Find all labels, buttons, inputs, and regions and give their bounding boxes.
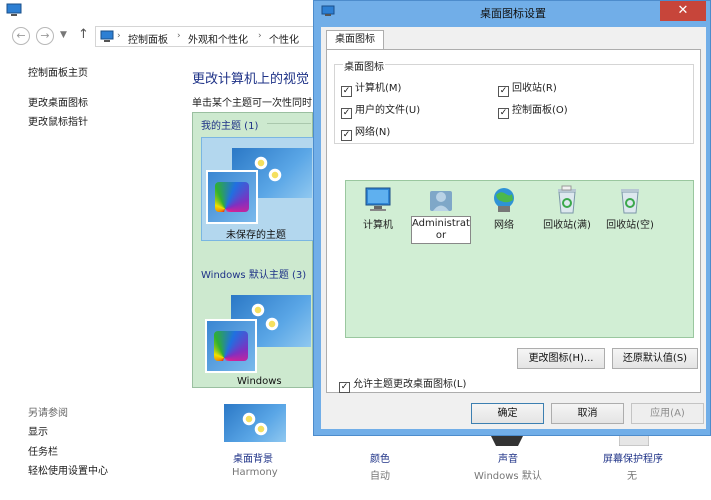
close-button[interactable]: ✕ [660,1,706,21]
arrow-right-icon: → [40,29,50,42]
color-label: 颜色 [370,454,390,465]
theme-color-thumbnail [205,319,257,373]
control-panel-icon [6,3,22,16]
sounds-value: Windows 默认 [474,471,542,482]
screen-saver-value: 无 [627,471,637,482]
breadcrumb-personalization[interactable]: 个性化 [269,31,299,46]
theme-unsaved[interactable]: 未保存的主题 [201,137,314,241]
page-title: 更改计算机上的视觉 [192,72,310,87]
desktop-icon-settings-dialog: 桌面图标设置 ✕ 桌面图标 桌面图标 ✓ 计算机(M) ✓ 回收站(R) ✓ 用户的文… [313,0,711,436]
ease-of-access-link[interactable]: 轻松使用设置中心 [28,462,108,477]
breadcrumb-separator-icon: › [117,31,121,41]
page-description: 单击某个主题可一次性同时 [192,98,312,109]
desktop-background-thumbnail [224,404,286,442]
allow-themes-label: 允许主题更改桌面图标(L) [353,379,467,390]
desktop-icons-group: 桌面图标 ✓ 计算机(M) ✓ 回收站(R) ✓ 用户的文件(U) ✓ 控制面板(O) … [334,58,694,144]
recycle-bin-full-icon [558,185,576,214]
administrator-icon-label: Administrator [411,216,471,244]
desktop-icons-group-title: 桌面图标 [343,58,385,73]
dialog-titlebar[interactable]: 桌面图标设置 ✕ [314,1,711,23]
flower-icon [254,422,268,436]
recycle-bin-full-icon-label: 回收站(满) [543,220,591,231]
control-panel-home-link[interactable]: 控制面板主页 [28,64,88,79]
desktop-background-value: Harmony [232,467,278,478]
network-checkbox-label: 网络(N) [355,127,391,138]
computer-icon [365,187,391,211]
checkbox-checked-icon: ✓ [341,86,352,97]
flower-icon [242,412,256,426]
desktop-icon-list[interactable]: 计算机 Administrator 网络 回收站(满) 回收站(空) [345,180,694,338]
network-icon-label: 网络 [494,220,514,231]
control-panel-checkbox-label: 控制面板(O) [512,105,568,116]
recycle-bin-empty-icon [621,189,639,214]
control-panel-icon [100,30,114,42]
allow-themes-checkbox[interactable]: ✓ 允许主题更改桌面图标(L) [339,375,466,393]
cancel-button[interactable]: 取消 [551,403,624,424]
flower-icon [251,303,265,317]
default-themes-title: Windows 默认主题 (3) [201,270,307,281]
flower-icon [265,317,279,331]
breadcrumb-control-panel[interactable]: 控制面板 [128,31,168,46]
restore-default-button[interactable]: 还原默认值(S) [612,348,698,369]
theme-unsaved-label: 未保存的主题 [226,230,286,241]
checkbox-checked-icon: ✓ [339,382,350,393]
theme-color-thumbnail [206,170,258,224]
see-also-title: 另请参阅 [28,408,68,419]
color-value: 自动 [370,471,390,482]
theme-windows-label: Windows [237,376,282,387]
recycle-bin-checkbox-label: 回收站(R) [512,83,557,94]
network-icon [494,188,514,212]
breadcrumb-separator-icon: › [258,31,262,41]
user-files-checkbox-label: 用户的文件(U) [355,105,421,116]
computer-icon-label: 计算机 [363,220,393,231]
user-folder-icon [430,191,452,211]
checkbox-checked-icon: ✓ [341,108,352,119]
ok-button[interactable]: 确定 [471,403,544,424]
taskbar-link[interactable]: 任务栏 [28,443,58,458]
history-dropdown-icon[interactable]: ▼ [60,30,67,40]
theme-windows[interactable]: Windows [201,289,314,389]
change-icon-button[interactable]: 更改图标(H)... [517,348,605,369]
close-icon: ✕ [677,3,689,18]
up-arrow-icon[interactable]: ↑ [78,27,89,42]
color-fan-icon [215,182,249,212]
group-divider [267,123,311,124]
arrow-left-icon: ← [16,29,26,42]
color-fan-icon [214,331,248,361]
desktop-background-label: 桌面背景 [233,454,273,465]
network-checkbox[interactable]: ✓ 网络(N) [341,123,390,141]
user-files-checkbox[interactable]: ✓ 用户的文件(U) [341,101,420,119]
forward-button[interactable]: → [36,27,54,45]
checkbox-checked-icon: ✓ [498,108,509,119]
change-mouse-pointers-link[interactable]: 更改鼠标指针 [28,113,88,128]
flower-icon [268,168,282,182]
back-button[interactable]: ← [12,27,30,45]
change-desktop-icons-link[interactable]: 更改桌面图标 [28,94,88,109]
dialog-client-area: 桌面图标 桌面图标 ✓ 计算机(M) ✓ 回收站(R) ✓ 用户的文件(U) ✓ 控制面… [321,27,706,429]
checkbox-checked-icon: ✓ [498,86,509,97]
breadcrumb-separator-icon: › [177,31,181,41]
apply-button[interactable]: 应用(A) [631,403,704,424]
sounds-label: 声音 [498,454,518,465]
control-panel-checkbox[interactable]: ✓ 控制面板(O) [498,101,568,119]
computer-checkbox[interactable]: ✓ 计算机(M) [341,79,401,97]
recycle-bin-checkbox[interactable]: ✓ 回收站(R) [498,79,557,97]
breadcrumb-appearance[interactable]: 外观和个性化 [188,31,248,46]
tab-desktop-icons[interactable]: 桌面图标 [326,30,384,50]
my-themes-title: 我的主题 (1) [201,121,259,132]
flower-icon [254,156,268,170]
tab-page: 桌面图标 ✓ 计算机(M) ✓ 回收站(R) ✓ 用户的文件(U) ✓ 控制面板(O) … [326,49,701,393]
address-bar[interactable]: › 控制面板 › 外观和个性化 › 个性化 [95,26,325,47]
dialog-title: 桌面图标设置 [480,7,546,20]
computer-checkbox-label: 计算机(M) [355,83,402,94]
theme-list[interactable]: 我的主题 (1) 未保存的主题 Windows 默认主题 (3) Windows [192,112,314,389]
checkbox-checked-icon: ✓ [341,130,352,141]
recycle-bin-empty-icon-label: 回收站(空) [606,220,654,231]
screen-saver-label: 屏幕保护程序 [603,454,663,465]
display-link[interactable]: 显示 [28,423,48,438]
